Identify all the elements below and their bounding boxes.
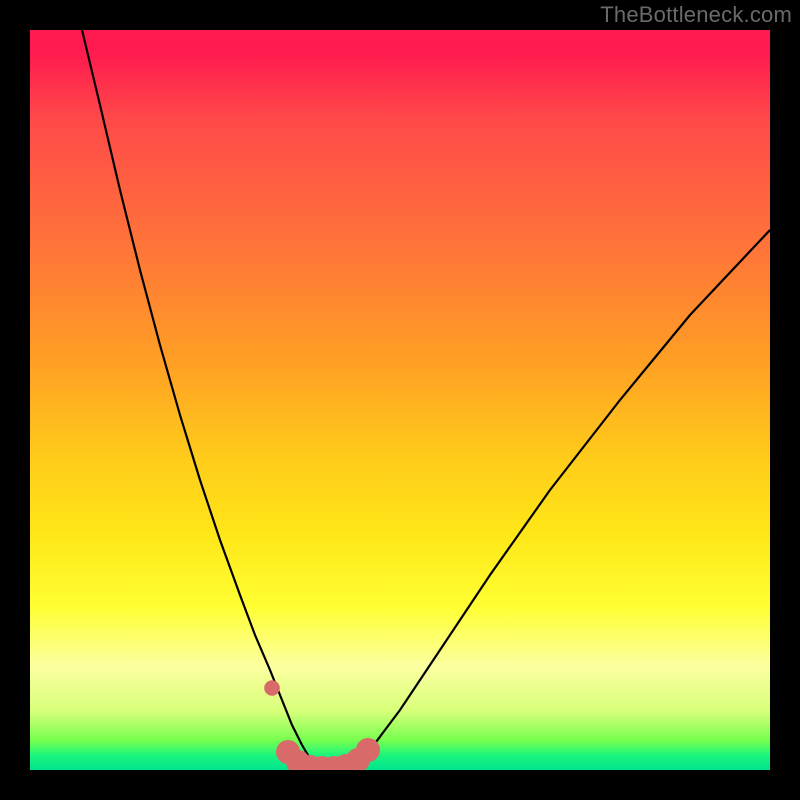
optimal-marker <box>264 680 280 696</box>
plot-frame <box>30 30 770 770</box>
watermark-text: TheBottleneck.com <box>600 2 792 28</box>
bottleneck-curve <box>82 30 770 770</box>
optimal-marker <box>356 738 380 762</box>
chart-svg <box>30 30 770 770</box>
optimal-region-markers <box>264 680 380 770</box>
